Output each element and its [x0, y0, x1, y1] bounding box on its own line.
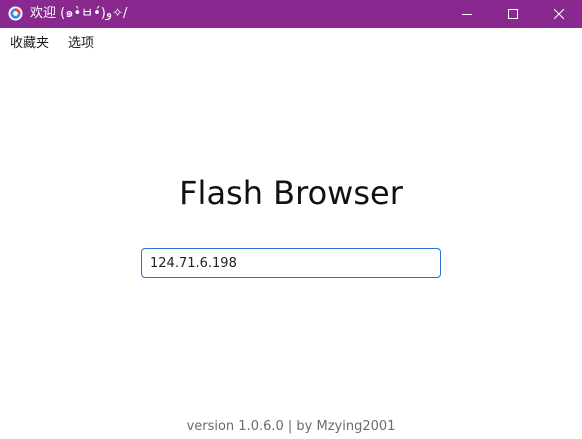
browser-window: 欢迎 (๑•̀ㅂ•́)و✧/ 收藏夹 选项 Flash Browser vers…	[0, 0, 582, 439]
maximize-button[interactable]	[490, 0, 536, 28]
menu-options[interactable]: 选项	[68, 36, 94, 52]
minimize-icon	[462, 14, 472, 15]
browser-logo-icon	[8, 6, 23, 21]
close-button[interactable]	[536, 0, 582, 28]
close-icon	[554, 9, 564, 19]
window-title: 欢迎 (๑•̀ㅂ•́)و✧/	[30, 6, 128, 21]
brand-title: Flash Browser	[179, 174, 403, 212]
menu-bar: 收藏夹 选项	[0, 30, 582, 56]
menu-favorites[interactable]: 收藏夹	[10, 36, 49, 52]
version-footer: version 1.0.6.0 | by Mzying2001	[186, 419, 396, 434]
minimize-button[interactable]	[444, 0, 490, 28]
address-input[interactable]	[141, 248, 441, 278]
title-bar[interactable]: 欢迎 (๑•̀ㅂ•́)و✧/	[0, 0, 582, 28]
maximize-icon	[508, 9, 518, 19]
